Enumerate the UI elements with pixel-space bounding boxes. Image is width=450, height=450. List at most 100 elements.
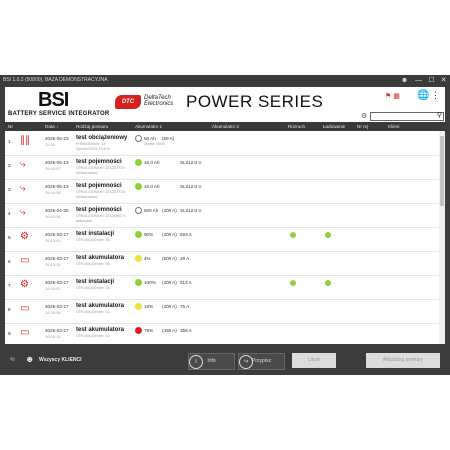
flag-icons[interactable]: ⚑ ▦ <box>385 92 400 100</box>
minimize-button[interactable]: — <box>412 75 425 86</box>
table-row[interactable]: 4 ⤷ 2025-04-30 10:43:34 test pojemności DTB01… <box>5 203 439 228</box>
row-battery-extra: 593 A <box>180 232 192 237</box>
row-battery-current: (450 A) <box>162 328 177 333</box>
row-number: 2 <box>8 163 11 168</box>
table-row[interactable]: 9 ▭ 2025-03-27 10:05:19 test akumulatora DTE0… <box>5 323 439 344</box>
col-ladowanie[interactable]: Ładowanie <box>323 122 345 131</box>
charge-ok-indicator <box>325 280 331 286</box>
start-ok-indicator <box>290 232 296 238</box>
row-time: 15:44:08 <box>45 190 61 195</box>
row-test-type: test pojemności <box>76 183 122 189</box>
col-rodzaj[interactable]: Rodzaj pomiaru <box>76 122 108 131</box>
row-test-type: test akumulatora <box>76 303 125 309</box>
dtc-logo: DTC <box>115 95 141 109</box>
row-device-info: DTB01102/Nom: 3212D7TU8 <box>76 190 126 194</box>
row-battery-extra: SLI/12.0 V <box>180 184 202 189</box>
probe-icon: ⤷ <box>20 183 26 194</box>
info-button[interactable]: i Info <box>188 353 235 370</box>
table-row[interactable]: 7 ⚙ 2025-03-27 12:33:51 test instalacji DTE05… <box>5 275 439 300</box>
col-data[interactable]: Data ↓ <box>45 122 58 131</box>
row-battery-current: (500 A) <box>162 256 177 261</box>
row-time: 10:43:34 <box>45 214 61 219</box>
row-test-type: test instalacji <box>76 231 115 237</box>
col-rozruch[interactable]: Rozruch <box>288 122 305 131</box>
footer-bar: ≈ ☻ Wszyscy KLIENCI i Info ↪ Przypisz Us… <box>0 344 450 375</box>
app-header: BSI BATTERY SERVICE INTEGRATOR DTC Delta… <box>5 87 445 122</box>
row-status-indicator <box>135 207 142 214</box>
row-date: 2025-05-23 <box>45 136 69 141</box>
col-akumulator-1[interactable]: Akumulator 1 <box>135 122 162 131</box>
row-time: 10:05:19 <box>45 334 61 339</box>
app-window: BSI 1.0.2 (50800), BAZA DEMONSTRACYJNA ☻… <box>0 75 450 375</box>
col-nr[interactable]: Nr <box>8 122 13 131</box>
row-number: 5 <box>8 235 11 240</box>
table-row[interactable]: 8 ▭ 2025-03-27 12:29:08 test akumulatora DTE0… <box>5 299 439 324</box>
assign-button[interactable]: ↪ Przypisz <box>238 353 285 370</box>
row-battery-extra: SLI/12.0 V <box>180 160 202 165</box>
table-row[interactable]: 1 ∥∥ 2025-05-23 11:16 test obciążeniowy PrSNA… <box>5 131 439 156</box>
table-row[interactable]: 5 ⚙ 2025-03-27 15:13:43 test instalacji DTE05… <box>5 227 439 252</box>
row-device-info: DTE05023/Nom: 32 <box>76 334 110 338</box>
row-battery-current: (400 A) <box>162 304 177 309</box>
table-row[interactable]: 3 ⤷ 2025-05-13 15:44:08 test pojemności DTB01… <box>5 179 439 204</box>
col-akumulator-2[interactable]: Akumulator 2 <box>212 122 239 131</box>
row-status-indicator <box>135 303 142 310</box>
row-battery-value: 10.0 Ah <box>144 184 160 189</box>
row-date: 2025-03-27 <box>45 304 69 309</box>
row-status-indicator <box>135 183 142 190</box>
globe-icon[interactable]: 🌐 <box>417 90 429 101</box>
row-status-indicator <box>135 327 142 334</box>
clients-filter[interactable]: Wszyscy KLIENCI <box>39 357 82 363</box>
table-row[interactable]: 2 ⤷ 2025-05-13 15:40:57 test pojemności DTB01… <box>5 155 439 180</box>
assign-icon: ↪ <box>239 355 253 369</box>
row-battery-value: 16% <box>144 304 154 309</box>
wifi-icon: ≈ <box>10 354 15 364</box>
product-title: POWER SERIES <box>186 92 324 111</box>
row-number: 3 <box>8 187 11 192</box>
delete-button[interactable]: Usuń <box>292 353 336 368</box>
settings-icon[interactable]: ⚙ <box>361 112 367 120</box>
row-battery-value: 90% <box>144 232 154 237</box>
scrollbar[interactable] <box>439 131 445 344</box>
row-time: 12:29:08 <box>45 310 61 315</box>
row-battery-extra: 359 A <box>180 328 192 333</box>
row-battery-current: (400 A) <box>162 280 177 285</box>
probe-icon: ⤷ <box>20 207 26 218</box>
row-number: 7 <box>8 283 11 288</box>
row-battery-value: 15.0 Ah <box>144 160 160 165</box>
user-icon[interactable]: ☻ <box>25 354 34 364</box>
row-battery-value: 100% <box>144 280 156 285</box>
account-icon[interactable]: ☻ <box>398 75 411 86</box>
close-button[interactable]: ✕ <box>437 75 450 86</box>
row-test-type: test akumulatora <box>76 327 125 333</box>
row-status-indicator <box>135 159 142 166</box>
row-date: 2025-03-27 <box>45 256 69 261</box>
row-number: 6 <box>8 259 11 264</box>
row-number: 1 <box>8 139 11 144</box>
row-battery-value: 50 Ah <box>144 136 156 141</box>
col-nr-rej[interactable]: Nr rej <box>357 122 368 131</box>
table-row[interactable]: 6 ▭ 2025-03-27 15:13:24 test akumulatora DTE0… <box>5 251 439 276</box>
row-battery-extra: 75 A <box>180 304 190 309</box>
search-area: ⚙ ⚲ <box>361 112 444 121</box>
gear-icon: ⚙ <box>20 279 29 290</box>
row-status-note: Szrenz/2025 11/4h3 <box>76 147 110 151</box>
row-date: 2025-03-27 <box>45 328 69 333</box>
row-number: 4 <box>8 211 11 216</box>
col-data-label: Data <box>45 124 55 129</box>
col-klient[interactable]: Klient <box>388 122 400 131</box>
row-device-info: DTE05023/Nom: 33 <box>76 310 110 314</box>
menu-icon[interactable]: ⋮ <box>431 90 440 101</box>
row-time: 15:40:57 <box>45 166 61 171</box>
brand-subtitle: BATTERY SERVICE INTEGRATOR <box>8 111 110 117</box>
row-device-info: DTE05023/Nom: 34 <box>76 286 110 290</box>
update-measurements-button[interactable]: Aktualizuj pomiary <box>366 353 440 368</box>
row-battery-value: 500 Ah <box>144 208 159 213</box>
row-battery-current: (59 A) <box>162 136 175 141</box>
row-battery-note: Nome: 0505 <box>144 142 165 146</box>
search-icon[interactable]: ⚲ <box>437 111 442 119</box>
probe-icon: ⤷ <box>20 159 26 170</box>
title-bar: BSI 1.0.2 (50800), BAZA DEMONSTRACYJNA ☻… <box>0 75 450 86</box>
search-input[interactable]: ⚲ <box>370 112 444 121</box>
scrollbar-thumb[interactable] <box>440 136 444 206</box>
